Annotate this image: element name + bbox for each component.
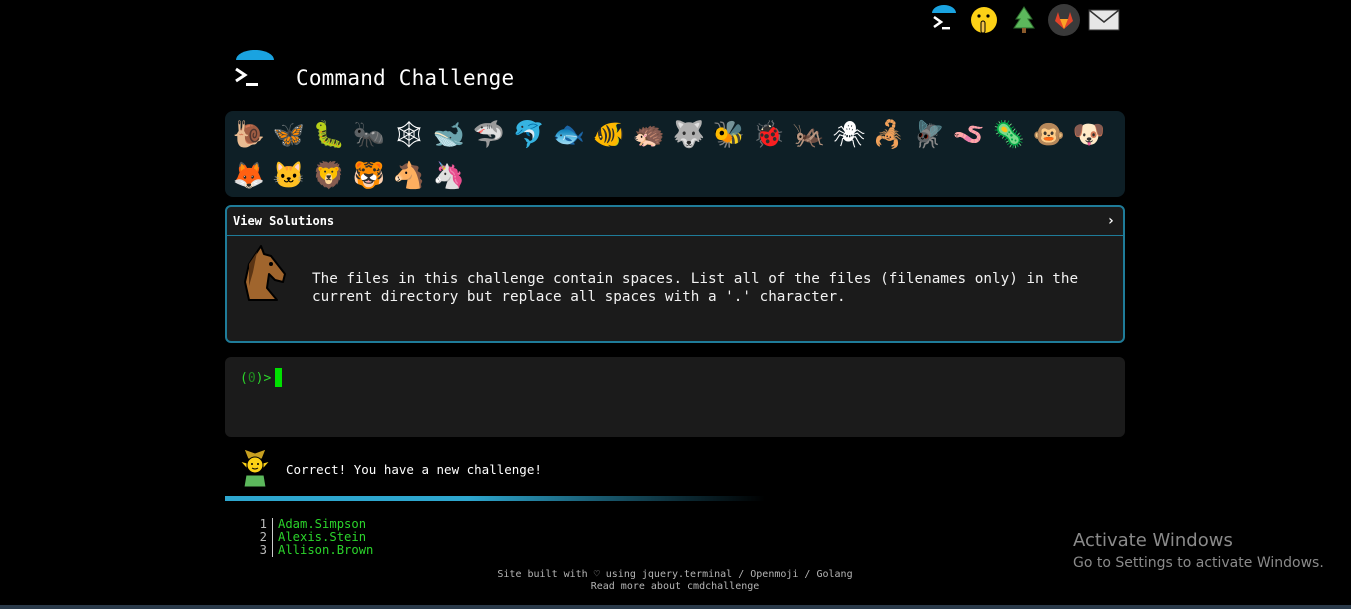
animal-glyph: 🪱: [952, 119, 986, 150]
challenge-animal-icon[interactable]: 🦗: [789, 114, 829, 155]
output-file-list: 1 Adam.Simpson 2 Alexis.Stein 3 Allison.Brown: [255, 518, 373, 557]
animal-glyph: 🦋: [272, 119, 306, 150]
animal-glyph: 🦠: [992, 119, 1026, 150]
challenge-animal-icon[interactable]: 🦠: [989, 114, 1029, 155]
challenge-animal-icon[interactable]: 🐜: [349, 114, 389, 155]
challenge-animal-list: 🐌 🦋 🐛 🐜 🕸 🐋 🦈 🐬 🐟 🐠 🦔 🐺 🐝 🐞 🦗 🕷 🦂 🪰 🪱 🦠 🐵 🐶 🦊 🐱 🦁 🐯 🐴 🦄: [225, 111, 1125, 197]
animal-glyph: 🦁: [312, 160, 346, 191]
challenge-animal-icon[interactable]: 🐟: [549, 114, 589, 155]
challenge-animal-icon[interactable]: 🦁: [309, 155, 349, 196]
terminal-cursor[interactable]: [275, 368, 283, 387]
challenge-animal-icon[interactable]: 🦈: [469, 114, 509, 155]
animal-glyph: 🐛: [312, 119, 346, 150]
feedback-message: Correct! You have a new challenge!: [286, 461, 542, 477]
animal-glyph: 🕷: [832, 119, 866, 150]
challenge-animal-icon[interactable]: 🐛: [309, 114, 349, 155]
animal-glyph: 🐟: [552, 119, 586, 150]
challenge-animal-icon[interactable]: 🦄: [429, 155, 469, 196]
animal-glyph: 🐬: [512, 119, 546, 150]
feedback: Correct! You have a new challenge!: [238, 447, 542, 491]
animal-glyph: 🐴: [392, 160, 426, 191]
challenge-animal-icon[interactable]: 🕷: [829, 114, 869, 155]
activate-windows-watermark: Activate Windows Go to Settings to activ…: [1073, 530, 1324, 571]
animal-glyph: 🐵: [1032, 119, 1066, 150]
challenge-animal-icon[interactable]: 🐯: [349, 155, 389, 196]
challenge-animal-icon[interactable]: 🐝: [709, 114, 749, 155]
challenge-animal-icon[interactable]: 🐞: [749, 114, 789, 155]
animal-glyph: 🐶: [1072, 119, 1106, 150]
animal-glyph: 🦂: [872, 119, 906, 150]
challenge-animal-icon[interactable]: 🦔: [629, 114, 669, 155]
mail-icon[interactable]: [1086, 2, 1122, 38]
tree-icon[interactable]: [1006, 2, 1042, 38]
challenge-animal-icon[interactable]: 🦂: [869, 114, 909, 155]
challenge-animal-icon[interactable]: 🐶: [1069, 114, 1109, 155]
horse-icon: [235, 244, 293, 306]
challenge-animal-icon[interactable]: 🦊: [229, 155, 269, 196]
animal-glyph: 🐯: [352, 160, 386, 191]
animal-glyph: 🦄: [432, 160, 466, 191]
animal-glyph: 🐠: [592, 119, 626, 150]
page-title: Command Challenge: [296, 66, 515, 90]
challenge-animal-icon[interactable]: 🦋: [269, 114, 309, 155]
footer-credits: Site built with ♡ using jquery.terminal …: [497, 569, 853, 580]
view-solutions-toggle[interactable]: View Solutions ›: [227, 207, 1123, 236]
animal-glyph: 🐝: [712, 119, 746, 150]
animal-glyph: 🐜: [352, 119, 386, 150]
animal-glyph: 🦗: [792, 119, 826, 150]
challenge-animal-icon[interactable]: 🐌: [229, 114, 269, 155]
challenge-animal-icon[interactable]: 🐱: [269, 155, 309, 196]
line-number: 3: [255, 544, 273, 557]
elf-icon: [238, 447, 272, 491]
animal-glyph: 🐌: [232, 119, 266, 150]
challenge-animal-icon[interactable]: 🪱: [949, 114, 989, 155]
progress-divider: [225, 496, 765, 501]
read-more-link[interactable]: Read more about cmdchallenge: [400, 581, 950, 593]
shushing-face-icon[interactable]: [966, 2, 1002, 38]
view-solutions-label: View Solutions: [233, 214, 335, 228]
terminal-prompt: (0)>: [240, 371, 272, 386]
challenge-animal-icon[interactable]: 🐺: [669, 114, 709, 155]
animal-glyph: 🐞: [752, 119, 786, 150]
chevron-right-icon: ›: [1106, 213, 1115, 229]
terminal-icon[interactable]: [926, 2, 962, 38]
animal-glyph: 🪰: [912, 119, 946, 150]
challenge-animal-icon[interactable]: 🐴: [389, 155, 429, 196]
animal-glyph: 🐱: [272, 160, 306, 191]
watermark-title: Activate Windows: [1073, 530, 1233, 551]
top-nav: [926, 2, 1122, 38]
taskbar-edge: [0, 605, 1351, 609]
challenge-animal-icon[interactable]: 🐋: [429, 114, 469, 155]
file-name: Allison.Brown: [278, 543, 374, 557]
challenge-animal-icon[interactable]: 🪰: [909, 114, 949, 155]
challenge-animal-icon[interactable]: 🐵: [1029, 114, 1069, 155]
solutions-panel: View Solutions › The files in this chall…: [225, 205, 1125, 343]
gitlab-icon[interactable]: [1046, 2, 1082, 38]
challenge-animal-icon[interactable]: 🐠: [589, 114, 629, 155]
animal-glyph: 🕸: [392, 119, 426, 150]
challenge-description: The files in this challenge contain spac…: [312, 271, 1079, 305]
animal-glyph: 🦊: [232, 160, 266, 191]
animal-glyph: 🦈: [472, 119, 506, 150]
terminal[interactable]: (0)>: [225, 357, 1125, 437]
logo-icon[interactable]: [228, 49, 278, 96]
watermark-subtitle: Go to Settings to activate Windows.: [1073, 555, 1324, 571]
output-row: 3 Allison.Brown: [255, 544, 373, 557]
challenge-animal-icon[interactable]: 🐬: [509, 114, 549, 155]
footer: Site built with ♡ using jquery.terminal …: [400, 569, 950, 593]
animal-glyph: 🐺: [672, 119, 706, 150]
animal-glyph: 🦔: [632, 119, 666, 150]
challenge-animal-icon[interactable]: 🕸: [389, 114, 429, 155]
prompt-counter: 0: [247, 371, 256, 386]
animal-glyph: 🐋: [432, 119, 466, 150]
